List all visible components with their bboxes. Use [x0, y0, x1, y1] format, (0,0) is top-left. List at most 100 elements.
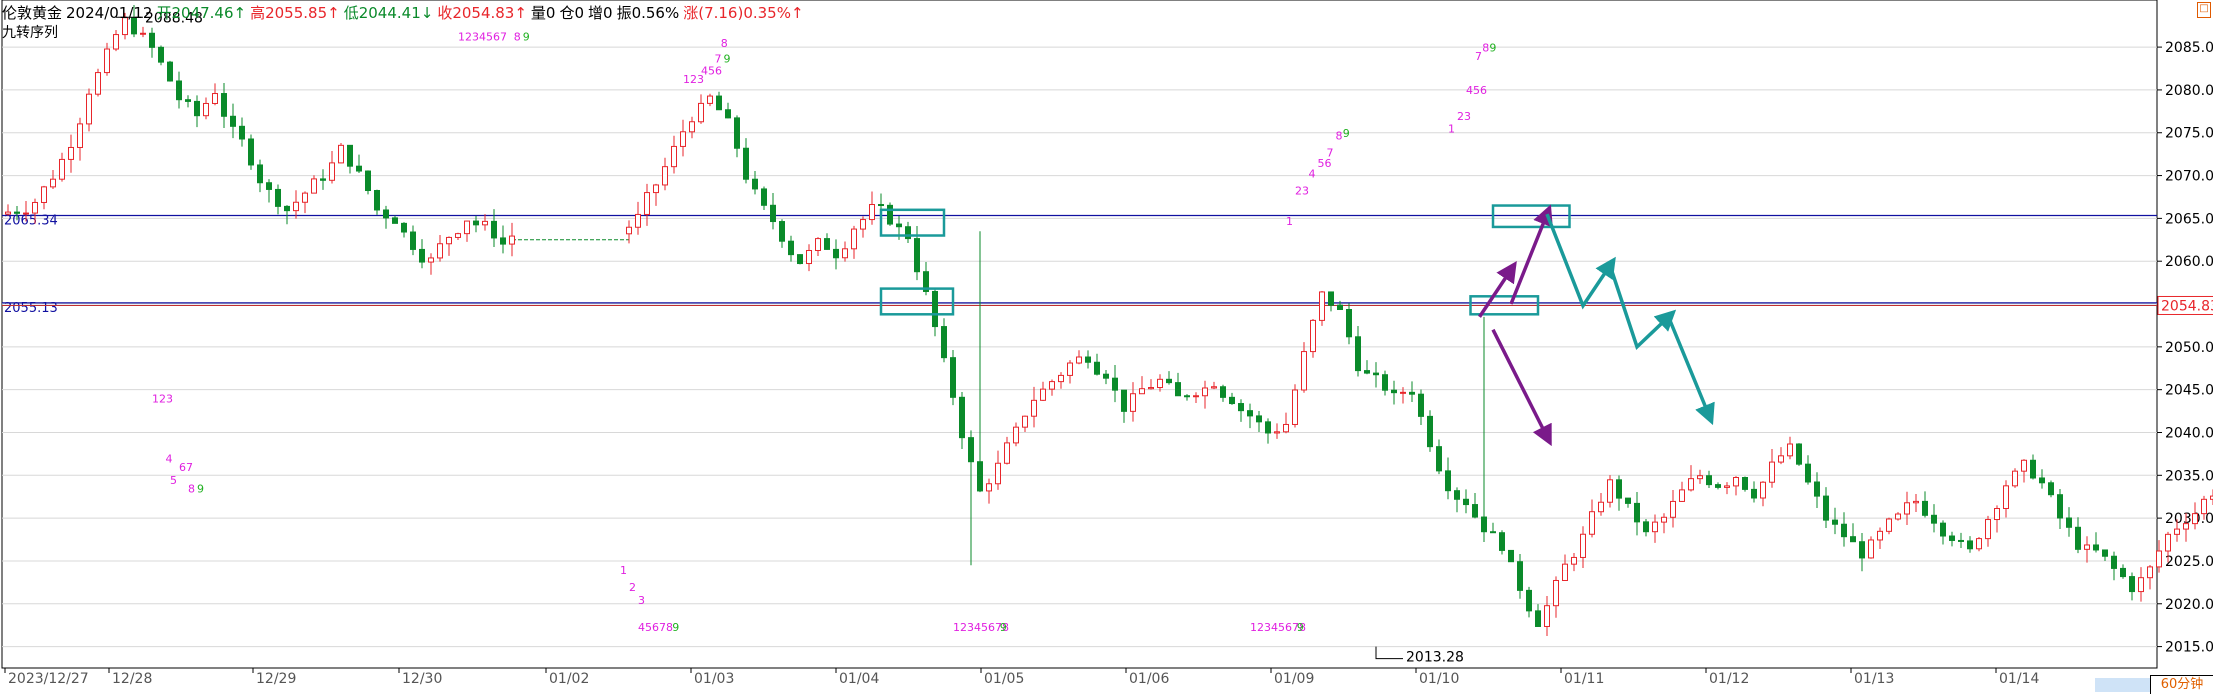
candle-body [1959, 540, 1964, 541]
candle-body [411, 232, 416, 249]
candle-body [1707, 476, 1712, 485]
candle-body [1815, 482, 1820, 496]
candle-body [1338, 305, 1343, 309]
candle-body [1068, 363, 1073, 375]
candle-body [879, 205, 884, 206]
highlight-box [881, 289, 953, 315]
quote-date: 2024/01/12 [66, 4, 152, 22]
candle-body [1095, 362, 1100, 374]
candle-body [1446, 471, 1451, 491]
candle-body [1824, 496, 1829, 520]
candle-body [1743, 478, 1748, 490]
y-tick-label: 2065.00 [2165, 211, 2213, 227]
candle-body [6, 212, 11, 214]
open-interest: 仓0 [559, 4, 584, 22]
candle-body [2103, 550, 2108, 556]
candle-body [852, 229, 857, 249]
candle-body [303, 193, 308, 202]
candle-body [69, 147, 74, 159]
candle-body [1284, 424, 1289, 431]
forecast-arrow-up [1480, 270, 1512, 317]
y-tick-label: 2070.00 [2165, 169, 2213, 185]
y-tick-label: 2050.00 [2165, 340, 2213, 356]
highlight-box [1493, 206, 1570, 227]
window-corner-icon[interactable]: □ [2197, 2, 2211, 18]
candle-body [2157, 551, 2162, 567]
candle-body [1356, 337, 1361, 371]
candle-body [2130, 577, 2135, 592]
price-change: 涨(7.16)0.35%↑ [683, 4, 803, 22]
candle-body [249, 139, 254, 165]
candle-body [942, 327, 947, 358]
candle-body [1554, 580, 1559, 605]
candle-body [1599, 502, 1604, 511]
candle-body [1680, 490, 1685, 502]
candle-body [330, 163, 335, 180]
x-tick-label: 01/12 [1709, 671, 1749, 687]
td-sequence-mark: 9 [724, 53, 731, 66]
x-tick-label: 01/03 [694, 671, 734, 687]
forecast-arrow-down [1493, 330, 1547, 437]
candle-body [159, 47, 164, 62]
timeframe-button[interactable]: 60分钟 [2150, 675, 2213, 694]
td-sequence-mark: 2 [629, 581, 636, 594]
candle-body [996, 463, 1001, 483]
candle-body [1347, 310, 1352, 337]
oi-change: 增0 [588, 4, 613, 22]
candle-body [492, 221, 497, 238]
x-tick-label: 01/13 [1854, 671, 1894, 687]
candle-body [168, 62, 173, 81]
candle-body [402, 223, 407, 232]
candle-body [717, 96, 722, 110]
td-sequence-mark: 7 [1475, 50, 1482, 63]
candlestick-chart[interactable]: 2085.002080.002075.002070.002065.002060.… [0, 0, 2213, 694]
candle-body [1716, 485, 1721, 488]
candle-body [1563, 564, 1568, 580]
candle-body [1320, 292, 1325, 320]
candle-body [348, 145, 353, 166]
candle-body [1113, 378, 1118, 390]
candle-body [1311, 320, 1316, 351]
candle-body [1086, 357, 1091, 362]
candle-body [1266, 422, 1271, 433]
candle-body [33, 202, 38, 213]
candle-body [2112, 556, 2117, 568]
candle-body [456, 234, 461, 238]
candle-body [258, 165, 263, 183]
candle-body [195, 101, 200, 115]
td-sequence-mark: 456 [1466, 84, 1487, 97]
candle-body [438, 244, 443, 258]
candle-body [915, 239, 920, 272]
candle-body [1581, 534, 1586, 557]
candle-body [1797, 444, 1802, 464]
candle-body [1671, 501, 1676, 517]
y-tick-label: 2080.00 [2165, 83, 2213, 99]
candle-body [1401, 392, 1406, 393]
forecast-arrow-teal [1610, 265, 1669, 346]
candle-body [447, 237, 452, 243]
td-sequence-mark: 23 [1295, 184, 1309, 197]
candle-body [240, 126, 245, 139]
candle-body [60, 159, 65, 179]
candle-body [987, 484, 992, 491]
candle-body [753, 179, 758, 189]
candle-body [501, 238, 506, 244]
chart-area[interactable]: 2085.002080.002075.002070.002065.002060.… [0, 0, 2213, 694]
candle-body [1473, 505, 1478, 517]
candle-body [186, 100, 191, 102]
candle-body [465, 221, 470, 234]
candle-body [906, 227, 911, 239]
x-tick-label: 01/04 [839, 671, 879, 687]
candle-body [1149, 388, 1154, 389]
candle-body [2040, 478, 2045, 483]
candle-body [1419, 394, 1424, 416]
candle-body [1806, 464, 1811, 482]
candle-body [1734, 478, 1739, 486]
candle-body [1410, 392, 1415, 394]
candle-body [150, 33, 155, 47]
candle-body [708, 96, 713, 103]
scrollbar[interactable] [2095, 678, 2157, 692]
candle-body [1185, 396, 1190, 397]
candle-body [285, 206, 290, 210]
candle-body [2094, 545, 2099, 550]
